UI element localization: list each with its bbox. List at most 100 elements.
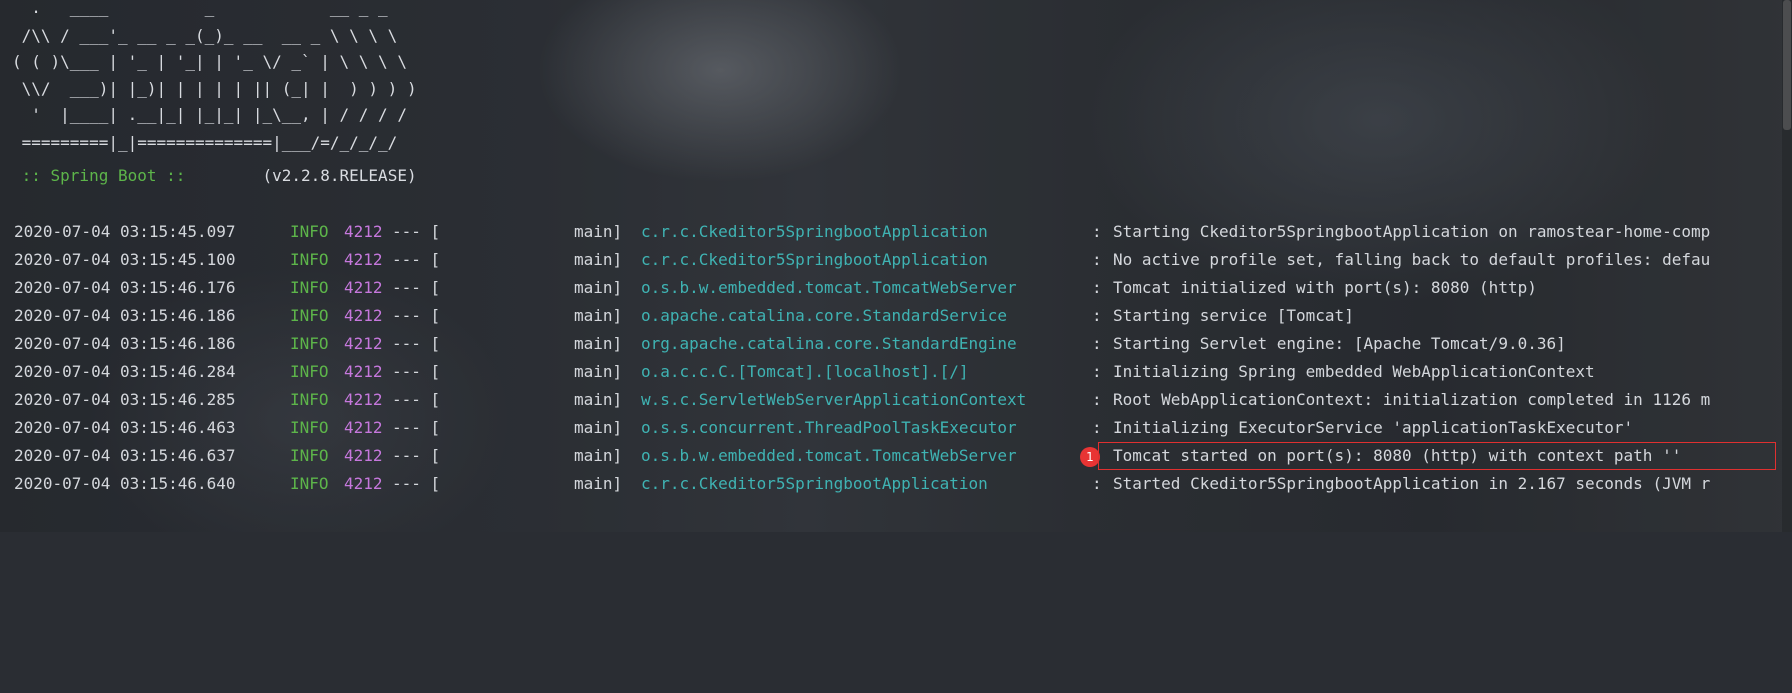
log-thread: main] <box>574 390 623 409</box>
log-logger: org.apache.catalina.core.StandardEngine <box>641 334 1017 353</box>
banner-line: . ____ _ __ _ _ <box>12 0 388 17</box>
log-pid: 4212 <box>344 362 383 381</box>
banner-line: =========|_|==============|___/=/_/_/_/ <box>12 133 398 152</box>
log-logger: o.apache.catalina.core.StandardService <box>641 306 1008 325</box>
log-timestamp: 2020-07-04 03:15:46.186 <box>14 334 236 353</box>
log-message: Started Ckeditor5SpringbootApplication i… <box>1113 474 1711 493</box>
log-level: INFO <box>290 334 329 353</box>
banner-line: \\/ ___)| |_)| | | | | || (_| | ) ) ) ) <box>12 79 417 98</box>
log-pid: 4212 <box>344 306 383 325</box>
log-colon: : <box>1092 306 1102 325</box>
log-line: 2020-07-04 03:15:46.176 INFO 4212 --- [ … <box>14 277 1537 299</box>
log-line: 2020-07-04 03:15:46.284 INFO 4212 --- [ … <box>14 361 1595 383</box>
log-message: Starting service [Tomcat] <box>1113 306 1354 325</box>
log-timestamp: 2020-07-04 03:15:46.285 <box>14 390 236 409</box>
log-message: Starting Ckeditor5SpringbootApplication … <box>1113 222 1711 241</box>
log-line: 2020-07-04 03:15:46.285 INFO 4212 --- [ … <box>14 389 1710 411</box>
log-colon: : <box>1092 222 1102 241</box>
annotation-badge: 1 <box>1080 447 1100 467</box>
banner-line: ' |____| .__|_| |_|_| |_\__, | / / / / <box>12 105 407 124</box>
log-thread: main] <box>574 418 623 437</box>
log-message: Root WebApplicationContext: initializati… <box>1113 390 1711 409</box>
log-thread: main] <box>574 334 623 353</box>
log-separator: --- [ <box>392 278 441 297</box>
log-logger: c.r.c.Ckeditor5SpringbootApplication <box>641 474 988 493</box>
log-line: 2020-07-04 03:15:45.097 INFO 4212 --- [ … <box>14 221 1710 243</box>
log-line: 2020-07-04 03:15:46.186 INFO 4212 --- [ … <box>14 333 1566 355</box>
log-thread: main] <box>574 222 623 241</box>
log-pid: 4212 <box>344 418 383 437</box>
log-colon: : <box>1092 250 1102 269</box>
terminal-scrollbar[interactable] <box>1782 0 1792 532</box>
log-line: 2020-07-04 03:15:46.463 INFO 4212 --- [ … <box>14 417 1633 439</box>
spring-boot-label: :: Spring Boot :: <box>12 166 196 185</box>
log-level: INFO <box>290 222 329 241</box>
annotation-highlight-box <box>1098 442 1776 470</box>
log-line: 2020-07-04 03:15:46.637 INFO 4212 --- [ … <box>14 445 1681 467</box>
log-thread: main] <box>574 362 623 381</box>
log-message: Initializing Spring embedded WebApplicat… <box>1113 362 1595 381</box>
log-timestamp: 2020-07-04 03:15:46.640 <box>14 474 236 493</box>
log-level: INFO <box>290 278 329 297</box>
log-level: INFO <box>290 418 329 437</box>
banner-line: ( ( )\___ | '_ | '_| | '_ \/ _` | \ \ \ … <box>12 52 407 71</box>
log-level: INFO <box>290 446 329 465</box>
log-timestamp: 2020-07-04 03:15:46.637 <box>14 446 236 465</box>
spring-boot-banner: :: Spring Boot :: (v2.2.8.RELEASE) <box>12 166 417 185</box>
log-separator: --- [ <box>392 250 441 269</box>
log-logger: o.s.b.w.embedded.tomcat.TomcatWebServer <box>641 278 1017 297</box>
log-message: No active profile set, falling back to d… <box>1113 250 1711 269</box>
log-timestamp: 2020-07-04 03:15:45.097 <box>14 222 236 241</box>
log-message: Initializing ExecutorService 'applicatio… <box>1113 418 1634 437</box>
log-line: 2020-07-04 03:15:46.186 INFO 4212 --- [ … <box>14 305 1354 327</box>
log-separator: --- [ <box>392 306 441 325</box>
log-logger: w.s.c.ServletWebServerApplicationContext <box>641 390 1027 409</box>
log-thread: main] <box>574 446 623 465</box>
log-pid: 4212 <box>344 446 383 465</box>
log-timestamp: 2020-07-04 03:15:45.100 <box>14 250 236 269</box>
log-colon: : <box>1092 474 1102 493</box>
log-pid: 4212 <box>344 222 383 241</box>
log-colon: : <box>1092 390 1102 409</box>
log-thread: main] <box>574 278 623 297</box>
log-logger: c.r.c.Ckeditor5SpringbootApplication <box>641 222 988 241</box>
log-pid: 4212 <box>344 474 383 493</box>
log-logger: o.s.b.w.embedded.tomcat.TomcatWebServer <box>641 446 1017 465</box>
log-separator: --- [ <box>392 222 441 241</box>
log-pid: 4212 <box>344 278 383 297</box>
log-pid: 4212 <box>344 250 383 269</box>
log-timestamp: 2020-07-04 03:15:46.284 <box>14 362 236 381</box>
log-separator: --- [ <box>392 446 441 465</box>
log-logger: c.r.c.Ckeditor5SpringbootApplication <box>641 250 988 269</box>
log-separator: --- [ <box>392 334 441 353</box>
log-timestamp: 2020-07-04 03:15:46.176 <box>14 278 236 297</box>
log-separator: --- [ <box>392 362 441 381</box>
log-thread: main] <box>574 250 623 269</box>
log-colon: : <box>1092 334 1102 353</box>
log-thread: main] <box>574 474 623 493</box>
banner-line: /\\ / ___'_ __ _ _(_)_ __ __ _ \ \ \ \ <box>12 26 398 45</box>
log-line: 2020-07-04 03:15:46.640 INFO 4212 --- [ … <box>14 473 1710 495</box>
log-level: INFO <box>290 474 329 493</box>
log-message: Tomcat initialized with port(s): 8080 (h… <box>1113 278 1537 297</box>
log-logger: o.s.s.concurrent.ThreadPoolTaskExecutor <box>641 418 1017 437</box>
spring-boot-version: (v2.2.8.RELEASE) <box>195 166 417 185</box>
log-timestamp: 2020-07-04 03:15:46.186 <box>14 306 236 325</box>
log-colon: : <box>1092 362 1102 381</box>
log-colon: : <box>1092 418 1102 437</box>
log-level: INFO <box>290 250 329 269</box>
log-separator: --- [ <box>392 418 441 437</box>
log-line: 2020-07-04 03:15:45.100 INFO 4212 --- [ … <box>14 249 1710 271</box>
log-separator: --- [ <box>392 474 441 493</box>
log-timestamp: 2020-07-04 03:15:46.463 <box>14 418 236 437</box>
log-colon: : <box>1092 278 1102 297</box>
log-message: Starting Servlet engine: [Apache Tomcat/… <box>1113 334 1566 353</box>
log-level: INFO <box>290 362 329 381</box>
log-level: INFO <box>290 390 329 409</box>
log-pid: 4212 <box>344 334 383 353</box>
log-pid: 4212 <box>344 390 383 409</box>
log-thread: main] <box>574 306 623 325</box>
log-level: INFO <box>290 306 329 325</box>
log-logger: o.a.c.c.C.[Tomcat].[localhost].[/] <box>641 362 969 381</box>
scrollbar-thumb[interactable] <box>1783 0 1791 130</box>
